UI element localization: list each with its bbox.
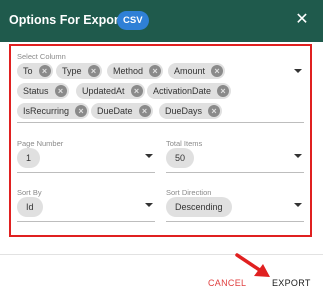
column-chip-label: To (23, 66, 33, 76)
column-chip-label: DueDays (165, 106, 203, 116)
column-chip-label: ActivationDate (153, 86, 212, 96)
sort-by-underline (17, 221, 155, 222)
dropdown-caret-icon[interactable] (145, 203, 153, 207)
dropdown-caret-icon[interactable] (145, 154, 153, 158)
column-chip-method[interactable]: Method × (107, 63, 164, 79)
sort-direction-value: Descending (166, 197, 232, 217)
total-items-value: 50 (166, 148, 195, 168)
annotation-arrow-icon (235, 253, 270, 277)
column-chip-type[interactable]: Type × (56, 63, 102, 79)
export-options-dialog: Options For Export To CSV ✕ Select Colum… (0, 0, 323, 297)
dropdown-caret-icon[interactable] (294, 154, 302, 158)
chip-remove-icon[interactable]: × (217, 85, 230, 97)
chip-remove-icon[interactable]: × (211, 65, 224, 77)
column-chip-status[interactable]: Status × (17, 83, 69, 99)
page-number-underline (17, 172, 155, 173)
column-chip-label: UpdatedAt (82, 86, 125, 96)
dialog-header: Options For Export To CSV ✕ (0, 0, 323, 42)
chip-remove-icon[interactable]: × (54, 85, 67, 97)
footer-divider (0, 254, 323, 255)
chip-remove-icon[interactable]: × (138, 105, 151, 117)
column-chip-activationdate[interactable]: ActivationDate × (147, 83, 232, 99)
export-button[interactable]: EXPORT (272, 277, 311, 289)
format-badge: CSV (117, 11, 149, 30)
column-chip-duedate[interactable]: DueDate × (91, 103, 153, 119)
column-chip-duedays[interactable]: DueDays × (159, 103, 223, 119)
chip-remove-icon[interactable]: × (208, 105, 221, 117)
column-chip-label: Method (113, 66, 144, 76)
page-number-value: 1 (17, 148, 41, 168)
chip-remove-icon[interactable]: × (149, 65, 162, 77)
chip-remove-icon[interactable]: × (38, 65, 51, 77)
column-chip-to[interactable]: To × (17, 63, 53, 79)
dropdown-caret-icon[interactable] (294, 203, 302, 207)
close-icon[interactable]: ✕ (292, 10, 312, 30)
chip-remove-icon[interactable]: × (130, 85, 143, 97)
sort-direction-underline (166, 221, 304, 222)
total-items-underline (166, 172, 304, 173)
column-chip-isrecurring[interactable]: IsRecurring × (17, 103, 90, 119)
chip-remove-icon[interactable]: × (75, 105, 88, 117)
dropdown-caret-icon[interactable] (294, 69, 302, 73)
select-column-underline (17, 122, 304, 123)
chip-remove-icon[interactable]: × (87, 65, 100, 77)
cancel-button[interactable]: CANCEL (208, 277, 246, 289)
column-chip-label: DueDate (97, 106, 133, 116)
column-chip-label: IsRecurring (23, 106, 70, 116)
column-chip-label: Amount (174, 66, 206, 76)
column-chip-updatedat[interactable]: UpdatedAt × (76, 83, 145, 99)
sort-by-value: Id (17, 197, 43, 217)
column-chip-amount[interactable]: Amount × (168, 63, 226, 79)
column-chip-label: Type (62, 66, 82, 76)
column-chip-label: Status (23, 86, 49, 96)
